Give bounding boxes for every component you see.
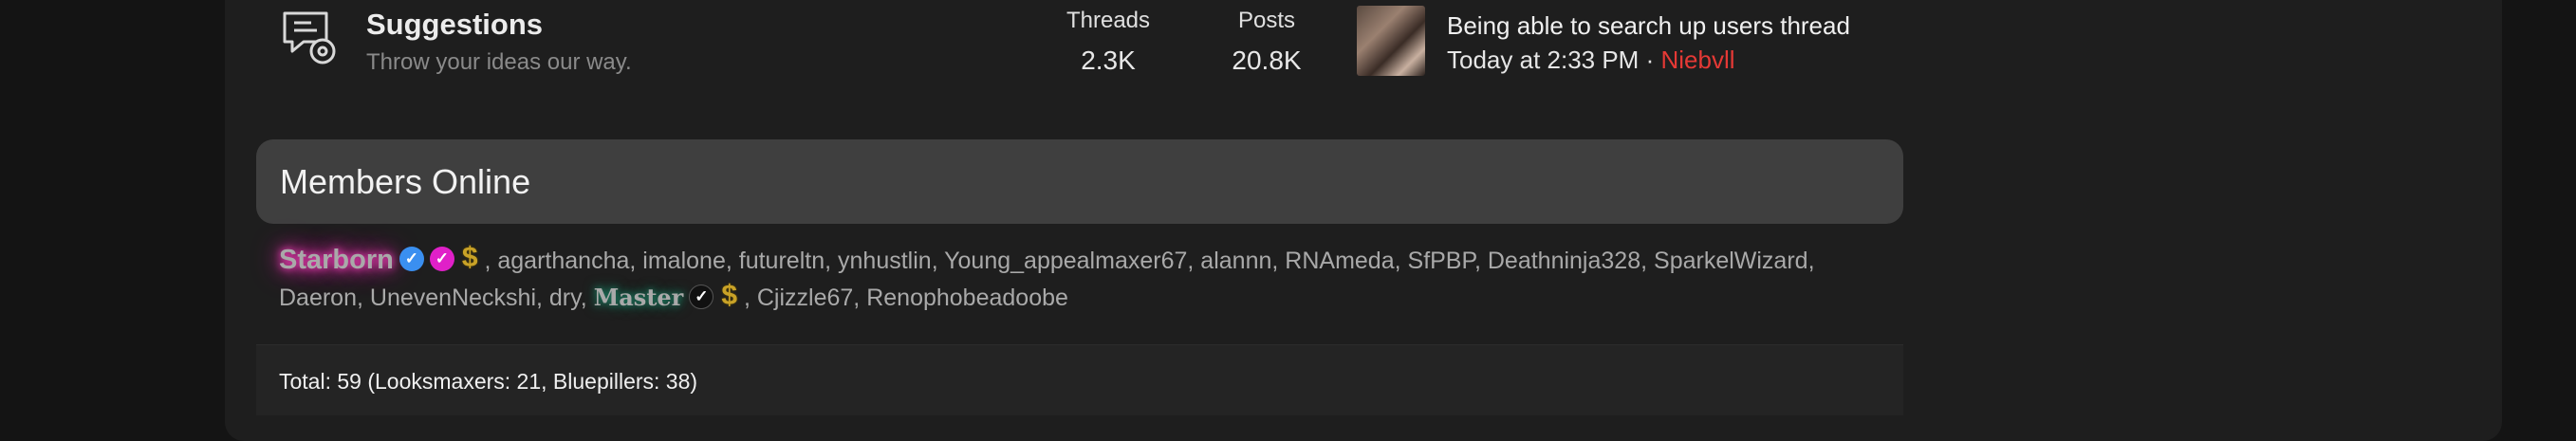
member-link[interactable]: Young_appealmaxer67 [944,248,1187,274]
member-link[interactable]: RNAmeda [1285,248,1394,274]
members-online-footer: Total: 59 (Looksmaxers: 21, Bluepillers:… [256,344,1903,415]
members-online-list: Starborn ✓ ✓ $ , agarthancha, imalone, futu… [279,242,1892,318]
member-link[interactable]: SfPBP [1408,248,1474,274]
member-link[interactable]: imalone [642,248,726,274]
member-link[interactable]: alannn [1200,248,1271,274]
posts-stat: Posts 20.8K [1210,8,1324,76]
latest-thread-link[interactable]: Being able to search up users thread [1447,11,1850,41]
check-badge-icon: ✓ [398,247,424,272]
check-badge-dark-icon: ✓ [689,284,714,309]
meta-separator: · [1645,46,1655,74]
threads-value: 2.3K [1081,46,1136,75]
forum-title-link[interactable]: Suggestions [366,8,543,42]
chat-gear-icon [283,11,336,64]
member-link[interactable]: SparkelWizard [1654,248,1808,274]
members-online-title[interactable]: Members Online [280,162,530,202]
members-online-header: Members Online [256,139,1903,224]
forum-description: Throw your ideas our way. [366,49,632,75]
member-link[interactable]: Renophobeadoobe [866,285,1068,311]
member-link[interactable]: agarthancha [497,248,629,274]
member-link[interactable]: ynhustlin [838,248,932,274]
check-badge-pink-icon: ✓ [429,247,454,272]
dollar-icon: $ [461,242,478,274]
threads-stat: Threads 2.3K [1051,8,1165,76]
posts-label: Posts [1237,8,1296,33]
member-link[interactable]: futureltn [739,248,825,274]
member-link[interactable]: Deathninja328 [1488,248,1640,274]
member-link[interactable]: Cjizzle67 [757,285,853,311]
member-link[interactable]: UnevenNeckshi [370,285,536,311]
member-link[interactable]: Master [594,284,684,311]
latest-thread-user[interactable]: Niebvll [1660,46,1734,74]
latest-thread-meta: Today at 2:33 PM · Niebvll [1447,46,1735,75]
latest-thread-time[interactable]: Today at 2:33 PM [1447,46,1639,74]
threads-label: Threads [1066,8,1151,33]
member-link[interactable]: Daeron [279,285,357,311]
member-link[interactable]: dry [549,285,581,311]
posts-value: 20.8K [1232,46,1302,75]
member-link[interactable]: Starborn [279,245,394,275]
dollar-icon: $ [721,279,738,311]
members-online-total: Total: 59 (Looksmaxers: 21, Bluepillers:… [279,369,698,394]
latest-poster-avatar[interactable] [1357,6,1425,76]
